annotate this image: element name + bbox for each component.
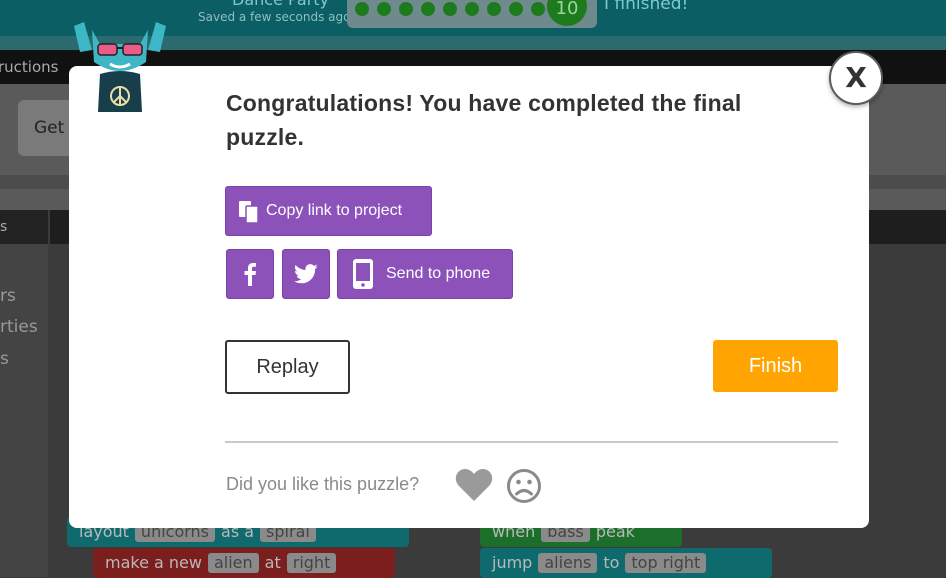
- progress-dot[interactable]: [421, 2, 435, 16]
- toolbox-categories: rs rties s: [0, 244, 48, 577]
- feedback-prompt: Did you like this puzzle?: [226, 474, 420, 494]
- block-keyword: to: [603, 553, 620, 572]
- block-dropdown[interactable]: right: [286, 553, 337, 573]
- replay-button[interactable]: Replay: [225, 340, 350, 394]
- block-keyword: jump: [492, 553, 533, 572]
- progress-dot[interactable]: [531, 2, 545, 16]
- block-dropdown[interactable]: alien: [207, 553, 259, 573]
- dialog-title: Congratulations! You have completed the …: [226, 90, 742, 150]
- instructions-tab[interactable]: ructions: [0, 50, 58, 84]
- progress-dot[interactable]: [443, 2, 457, 16]
- progress-dot[interactable]: [355, 2, 369, 16]
- block-dropdown[interactable]: top right: [625, 553, 707, 573]
- toolbox-category[interactable]: rs: [0, 286, 16, 306]
- progress-dot[interactable]: [509, 2, 523, 16]
- progress-dot[interactable]: [487, 2, 501, 16]
- send-to-phone-button[interactable]: Send to phone: [337, 249, 513, 299]
- facebook-icon: [244, 263, 256, 286]
- twitter-share-button[interactable]: [282, 249, 330, 299]
- progress-dot[interactable]: [399, 2, 413, 16]
- frown-icon[interactable]: [506, 468, 542, 504]
- copy-icon: [239, 201, 259, 224]
- save-status: Saved a few seconds ago: [198, 10, 351, 24]
- toolbox-category[interactable]: rties: [0, 317, 38, 337]
- copy-link-label: Copy link to project: [266, 202, 403, 219]
- toolbox-category[interactable]: s: [0, 349, 9, 369]
- progress-dot[interactable]: [377, 2, 391, 16]
- dialog-divider: [225, 441, 838, 443]
- finish-button[interactable]: Finish: [713, 340, 838, 392]
- block-dropdown[interactable]: aliens: [538, 553, 598, 573]
- twitter-icon: [294, 264, 318, 284]
- block-keyword: at: [264, 553, 281, 572]
- instructions-tab-label: ructions: [0, 58, 59, 76]
- phone-icon: [353, 259, 373, 289]
- toolbox-header: s: [0, 210, 48, 244]
- project-title: Dance Party: [232, 0, 329, 9]
- cat-mascot-icon: [74, 22, 166, 112]
- block-keyword: make a new: [105, 553, 202, 572]
- finished-link[interactable]: I finished!: [604, 0, 688, 14]
- code-block[interactable]: make a new alien at right: [93, 548, 395, 578]
- progress-dot[interactable]: [465, 2, 479, 16]
- send-to-phone-label: Send to phone: [386, 265, 491, 282]
- close-button[interactable]: X: [829, 51, 883, 105]
- copy-link-button[interactable]: Copy link to project: [225, 186, 432, 236]
- facebook-share-button[interactable]: [226, 249, 274, 299]
- heart-icon[interactable]: [455, 468, 493, 502]
- code-block[interactable]: jump aliens to top right: [480, 548, 772, 578]
